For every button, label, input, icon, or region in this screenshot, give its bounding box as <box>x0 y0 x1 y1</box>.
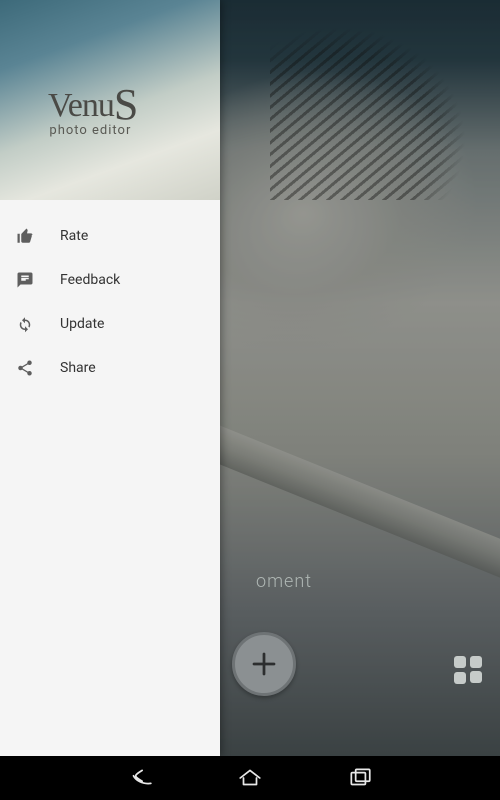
system-navbar <box>0 756 500 800</box>
drawer-item-rate[interactable]: Rate <box>0 214 220 258</box>
drawer-item-feedback[interactable]: Feedback <box>0 258 220 302</box>
share-icon <box>16 359 60 377</box>
background-caption-fragment: oment <box>256 571 312 592</box>
recent-apps-icon <box>347 765 373 791</box>
drawer-item-label: Share <box>60 360 96 376</box>
screen: oment Venus VenuS photo editor <box>0 0 500 800</box>
refresh-icon <box>16 315 60 333</box>
apps-grid-button[interactable] <box>454 656 482 684</box>
app-name: Venus VenuS <box>48 76 137 127</box>
drawer-item-label: Rate <box>60 228 88 244</box>
grid-dot-icon <box>454 656 466 668</box>
drawer-item-update[interactable]: Update <box>0 302 220 346</box>
app-logo: Venus VenuS photo editor <box>48 76 137 138</box>
drawer-menu: Rate Feedback Update <box>0 200 220 756</box>
add-button[interactable] <box>232 632 296 696</box>
drawer-header: Venus VenuS photo editor <box>0 0 220 200</box>
home-icon <box>237 765 263 791</box>
nav-back-button[interactable] <box>120 758 160 798</box>
navigation-drawer: Venus VenuS photo editor Rate <box>0 0 220 756</box>
content-area: oment Venus VenuS photo editor <box>0 0 500 756</box>
grid-dot-icon <box>470 656 482 668</box>
thumb-up-icon <box>16 227 60 245</box>
drawer-item-label: Update <box>60 316 104 332</box>
grid-dot-icon <box>454 672 466 684</box>
nav-home-button[interactable] <box>230 758 270 798</box>
grid-dot-icon <box>470 671 482 683</box>
back-icon <box>127 765 153 791</box>
drawer-item-label: Feedback <box>60 272 120 288</box>
plus-icon <box>249 649 279 679</box>
chat-icon <box>16 271 60 289</box>
drawer-item-share[interactable]: Share <box>0 346 220 390</box>
nav-recent-button[interactable] <box>340 758 380 798</box>
